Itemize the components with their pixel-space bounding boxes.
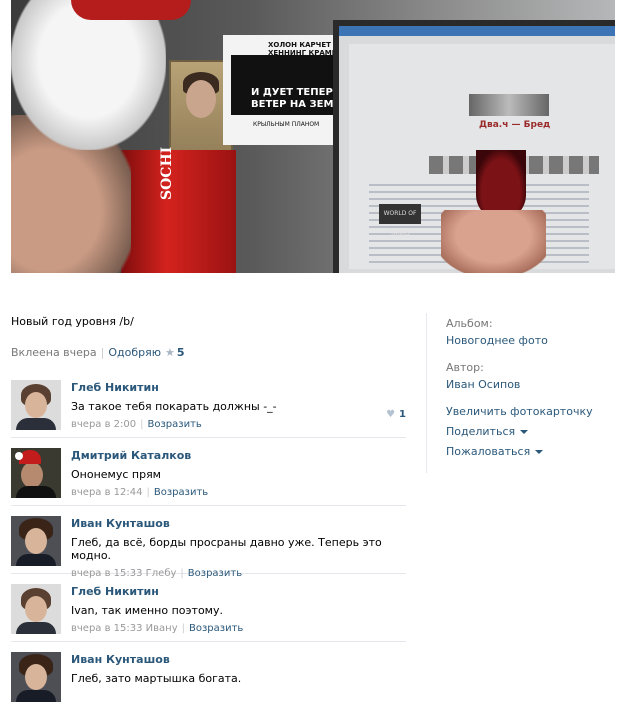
soda-can: SOCHI: [121, 146, 236, 273]
album-link[interactable]: Новогоднее фото: [446, 334, 627, 347]
comment-author[interactable]: Иван Кунташов: [71, 517, 406, 530]
photo-info: Новый год уровня /b/ Вклеена вчера | Одобр…: [11, 310, 406, 709]
comment-like-count[interactable]: 1: [399, 409, 406, 420]
comment-text: Ivan, так именно поэтому.: [71, 604, 223, 617]
photo-meta: Вклеена вчера | Одобряю ★ 5: [11, 346, 406, 360]
santa-hat: [11, 0, 166, 150]
reply-link[interactable]: Возразить: [154, 487, 208, 498]
star-icon[interactable]: ★: [165, 346, 175, 359]
report-label[interactable]: Пожаловаться: [446, 445, 530, 458]
movie-poster: ХОЛОН КАРЧЕТ ХЕННИНГ КРАМЕР ДАЛ И ДУЕТ Т…: [223, 35, 362, 145]
report-menu[interactable]: Пожаловаться: [446, 445, 627, 458]
comment-text: Глеб, да всё, борды просраны давно уже. …: [71, 536, 382, 562]
comment-time[interactable]: вчера в 2:00: [71, 419, 136, 430]
chevron-down-icon[interactable]: [535, 450, 544, 454]
comment-author[interactable]: Дмитрий Каталков: [71, 449, 406, 462]
monitor-title: Два.ч — Бред: [479, 120, 551, 130]
avatar[interactable]: [11, 448, 61, 498]
author-label: Автор:: [446, 361, 484, 374]
comment: Глеб Никитин Ivan, так именно поэтому. в…: [11, 574, 406, 642]
like-button[interactable]: Одобряю: [108, 346, 161, 359]
photo-description: Новый год уровня /b/: [11, 315, 134, 328]
share-label[interactable]: Поделиться: [446, 425, 515, 438]
chevron-down-icon[interactable]: [520, 430, 529, 434]
photo-sidebar: Альбом: Новогоднее фото Автор: Иван Осип…: [426, 313, 627, 473]
enlarge-photo-link[interactable]: Увеличить фотокарточку: [446, 405, 627, 418]
comment-author[interactable]: Иван Кунташов: [71, 653, 406, 666]
avatar[interactable]: [11, 380, 61, 430]
comment-time[interactable]: вчера в 15:33 Ивану: [71, 623, 178, 634]
comment: Глеб Никитин За такое тебя покарать долж…: [11, 370, 406, 438]
comment-like[interactable]: ♥ 1: [386, 409, 406, 420]
poster-bottom-text: КРЫЛЬНЫМ ПЛАНОМ: [253, 121, 320, 128]
comments-list: Глеб Никитин За такое тебя покарать долж…: [11, 370, 406, 709]
avatar[interactable]: [11, 516, 61, 566]
reply-link[interactable]: Возразить: [189, 623, 243, 634]
album-label: Альбом:: [446, 317, 493, 330]
comment-text: Ононемус прям: [71, 468, 161, 481]
comment-author[interactable]: Глеб Никитин: [71, 585, 406, 598]
photo[interactable]: ХОЛОН КАРЧЕТ ХЕННИНГ КРАМЕР ДАЛ И ДУЕТ Т…: [11, 0, 615, 273]
author-link[interactable]: Иван Осипов: [446, 378, 627, 391]
avatar[interactable]: [11, 652, 61, 702]
hand: [441, 210, 546, 273]
avatar[interactable]: [11, 584, 61, 634]
added-date: Вклеена вчера: [11, 346, 97, 359]
like-count[interactable]: 5: [177, 346, 185, 359]
comment-author[interactable]: Глеб Никитин: [71, 381, 406, 394]
comment-text: За такое тебя покарать должны -_-: [71, 400, 277, 413]
comment-text: Глеб, зато мартышка богата.: [71, 672, 242, 685]
photo-actions: Увеличить фотокарточку Поделиться Пожало…: [446, 405, 627, 458]
divider: |: [100, 346, 105, 359]
heart-icon[interactable]: ♥: [386, 409, 395, 420]
reply-link[interactable]: Возразить: [148, 419, 202, 430]
comment-time[interactable]: вчера в 12:44: [71, 487, 143, 498]
share-menu[interactable]: Поделиться: [446, 425, 627, 438]
comment: Дмитрий Каталков Ононемус прям вчера в 1…: [11, 438, 406, 506]
comment: Иван Кунташов Глеб, да всё, борды просра…: [11, 506, 406, 579]
monitor-badge: WORLD OF TANKS: [379, 204, 421, 237]
can-label: SOCHI: [159, 146, 175, 200]
